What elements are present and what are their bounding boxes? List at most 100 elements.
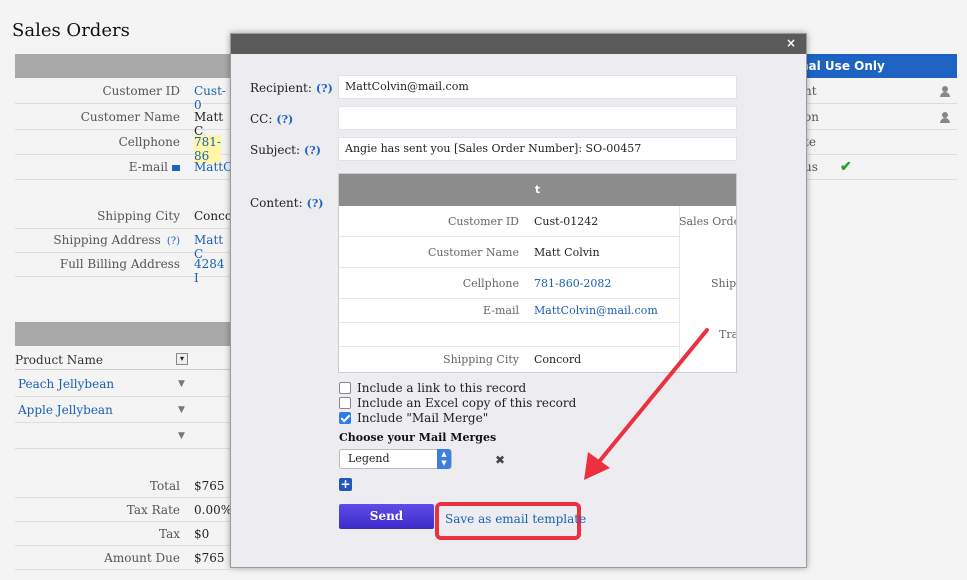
page-title: Sales Orders	[12, 20, 130, 41]
content-label-text: Content:	[250, 196, 303, 210]
option-include-mail-merge[interactable]: Include "Mail Merge"	[339, 411, 488, 425]
mail-merge-select[interactable]: Legend ▲ ▼	[339, 449, 452, 469]
field-label: Customer ID	[102, 84, 180, 98]
field-label: Full Billing Address	[59, 257, 180, 271]
subject-label: Subject: (?)	[250, 143, 321, 157]
product-name[interactable]: Peach Jellybean	[18, 371, 114, 397]
field-label: E-mail	[15, 160, 180, 174]
field-value[interactable]: Cust-0	[194, 84, 226, 112]
content-side-label: Shipp	[711, 277, 737, 290]
products-header-bar	[15, 322, 230, 346]
option-include-link[interactable]: Include a link to this record	[339, 381, 526, 395]
content-row: Shipping City Concord	[339, 347, 679, 372]
tax-label: Tax	[159, 527, 180, 541]
option-label: Include "Mail Merge"	[357, 411, 489, 425]
mail-merge-title: Choose your Mail Merges	[339, 431, 497, 444]
content-row-label: Customer ID	[447, 215, 519, 228]
row-divider	[15, 179, 230, 180]
field-value[interactable]: MattC	[194, 160, 232, 174]
product-row: Apple Jellybean ▼	[15, 397, 230, 423]
content-header-bar: t	[339, 174, 736, 206]
content-side-label: Tra	[719, 328, 737, 341]
option-label: Include an Excel copy of this record	[357, 396, 577, 410]
subject-label-text: Subject:	[250, 143, 301, 157]
column-header-label: Product Name	[15, 353, 103, 367]
product-name[interactable]: Apple Jellybean	[18, 397, 113, 423]
chevron-down-icon[interactable]: ▼	[178, 397, 185, 423]
total-row: Total $765	[15, 474, 230, 498]
chevron-down-icon[interactable]: ▼	[178, 371, 185, 397]
content-label: Content: (?)	[250, 196, 324, 210]
field-value[interactable]: 4284 I	[194, 257, 225, 285]
recipient-field[interactable]: MattColvin@mail.com	[338, 75, 737, 99]
mail-merge-selected-value: Legend	[348, 452, 390, 465]
add-icon[interactable]: +	[339, 478, 352, 491]
product-row: ▼	[15, 423, 230, 449]
email-label-text: E-mail	[128, 160, 168, 174]
cc-label: CC: (?)	[250, 112, 293, 126]
shipping-address-label-text: Shipping Address	[53, 233, 161, 247]
help-icon[interactable]: (?)	[167, 236, 180, 247]
amount-due-row: Amount Due $765	[15, 546, 230, 570]
remove-icon[interactable]: ✖	[495, 453, 505, 467]
content-side-label: Sales Order	[679, 215, 736, 228]
chevron-down-icon[interactable]: ▼	[178, 423, 185, 449]
content-row: Tra	[339, 323, 736, 347]
email-dialog: × Recipient: (?) MattColvin@mail.com CC:(…	[230, 33, 807, 568]
field-label: Shipping City	[97, 209, 180, 223]
user-icon[interactable]	[940, 112, 950, 123]
mail-icon	[172, 164, 180, 171]
product-row: Peach Jellybean ▼	[15, 371, 230, 397]
tax-value: $0	[194, 527, 210, 541]
amount-due-value: $765	[194, 551, 225, 565]
help-icon[interactable]: (?)	[276, 113, 293, 126]
send-button[interactable]: Send	[339, 504, 434, 529]
column-divider	[679, 206, 680, 372]
row-divider	[15, 228, 230, 229]
content-row-label: Shipping City	[443, 353, 519, 366]
field-value[interactable]: 781-86	[194, 135, 221, 163]
content-editor[interactable]: t Customer ID Cust-01242 Sales Order Cus…	[338, 173, 737, 373]
checkbox-checked[interactable]	[339, 412, 351, 424]
select-arrows-icon[interactable]: ▲ ▼	[437, 449, 451, 469]
help-icon[interactable]: (?)	[304, 144, 321, 157]
tax-rate-row: Tax Rate 0.00%	[15, 498, 232, 522]
total-value: $765	[194, 479, 225, 493]
checkbox[interactable]	[339, 397, 351, 409]
content-row: Customer ID Cust-01242 Sales Order	[339, 206, 736, 237]
option-label: Include a link to this record	[357, 381, 527, 395]
content-row-label: E-mail	[483, 304, 519, 317]
field-label: Shipping Address (?)	[15, 233, 180, 247]
save-as-email-template-link[interactable]: Save as email template	[445, 512, 586, 526]
field-label: Cellphone	[118, 135, 180, 149]
field-value: Matt C	[194, 110, 224, 138]
content-row: Cellphone 781-860-2082 Shipp	[339, 268, 736, 299]
cc-label-text: CC:	[250, 112, 273, 126]
content-row-value: Cust-01242	[534, 215, 599, 228]
help-icon[interactable]: (?)	[316, 82, 333, 95]
field-label: Customer Name	[80, 110, 180, 124]
recipient-label: Recipient: (?)	[250, 81, 333, 95]
content-row-value: MattColvin@mail.com	[534, 304, 658, 317]
checkbox[interactable]	[339, 382, 351, 394]
save-template-highlight: Save as email template	[435, 502, 586, 540]
product-name-column-header[interactable]: Product Name	[15, 350, 230, 370]
content-row-label: Customer Name	[427, 246, 519, 259]
dialog-titlebar[interactable]: ×	[231, 34, 806, 54]
tax-rate-label: Tax Rate	[126, 503, 180, 517]
content-row-label: Cellphone	[462, 277, 519, 290]
amount-due-label: Amount Due	[104, 551, 180, 565]
close-icon[interactable]: ×	[786, 36, 796, 50]
column-dropdown-icon[interactable]: ▾	[176, 353, 188, 365]
total-label: Total	[149, 479, 180, 493]
content-row-value: Matt Colvin	[534, 246, 600, 259]
cc-field[interactable]	[338, 106, 737, 130]
option-include-excel[interactable]: Include an Excel copy of this record	[339, 396, 576, 410]
user-icon[interactable]	[940, 86, 950, 97]
tax-row: Tax $0	[15, 522, 230, 546]
help-icon[interactable]: (?)	[307, 197, 324, 210]
content-row: E-mail MattColvin@mail.com	[339, 299, 679, 323]
subject-field[interactable]: Angie has sent you [Sales Order Number]:…	[338, 137, 737, 161]
recipient-label-text: Recipient:	[250, 81, 312, 95]
content-row-value: Concord	[534, 353, 582, 366]
